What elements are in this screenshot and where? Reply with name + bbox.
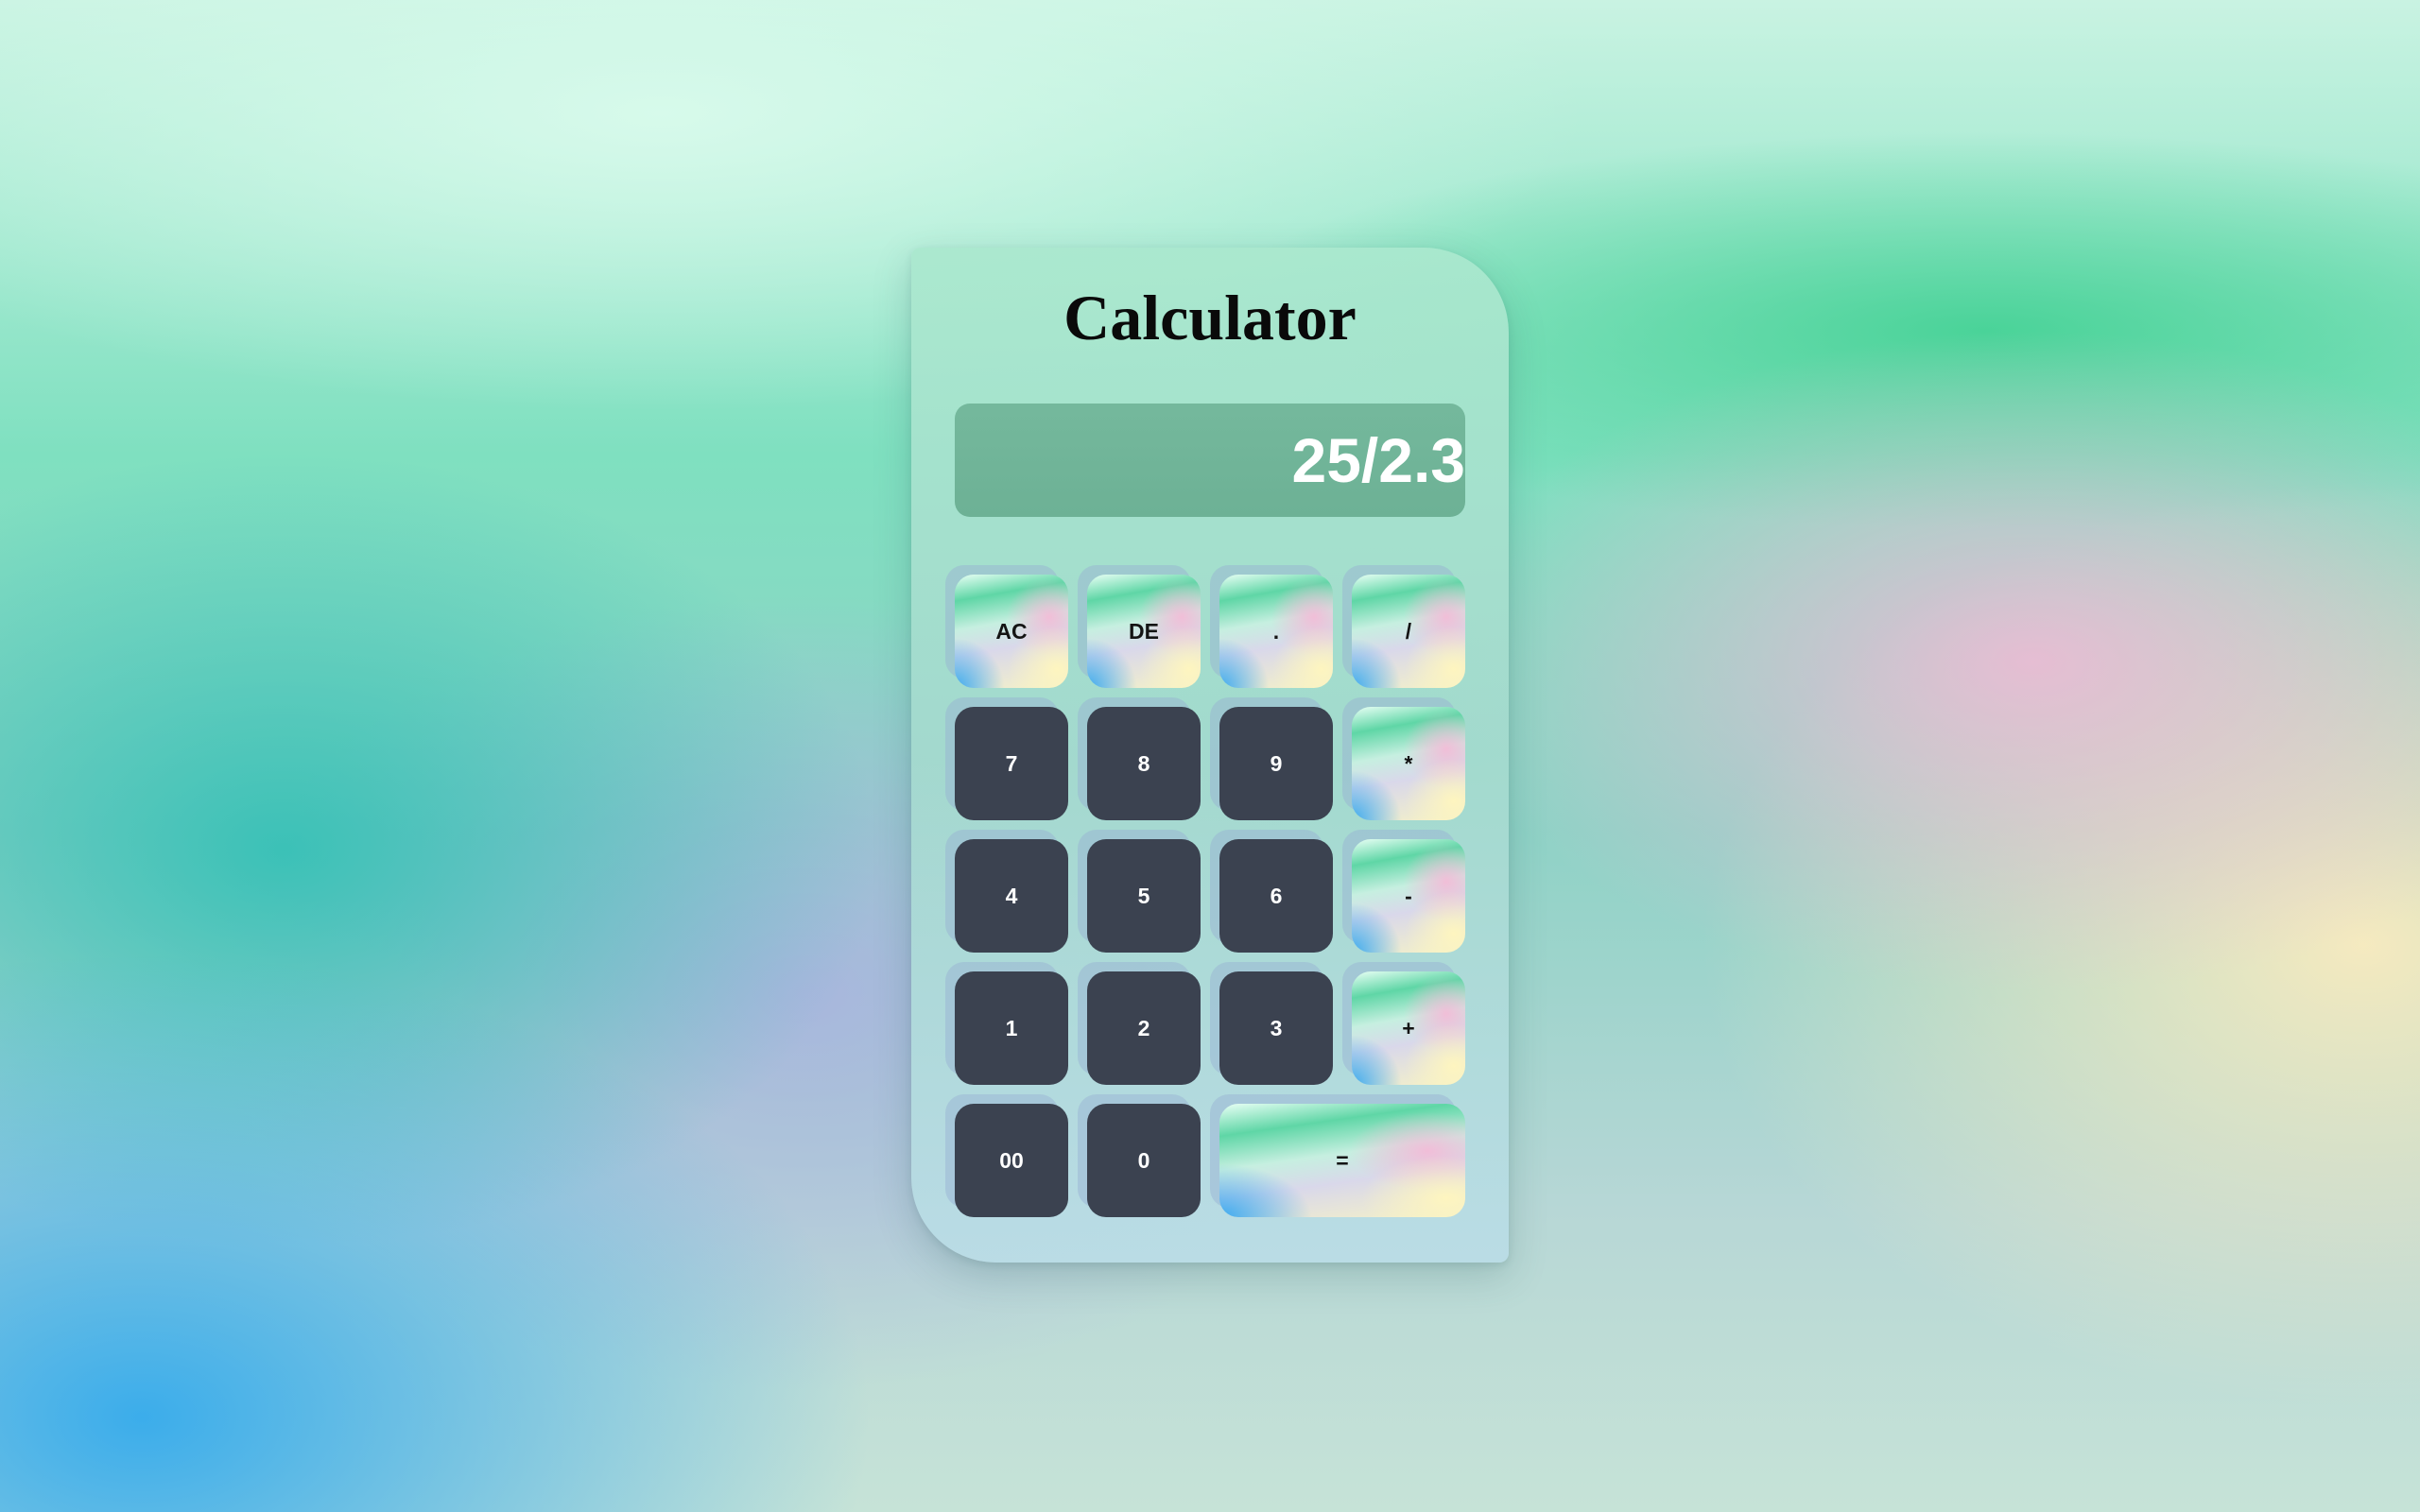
delete-button[interactable]: DE bbox=[1087, 575, 1201, 688]
add-button[interactable]: + bbox=[1352, 971, 1465, 1085]
digit-0-button[interactable]: 0 bbox=[1087, 1104, 1201, 1217]
double-zero-button[interactable]: 00 bbox=[955, 1104, 1068, 1217]
divide-button[interactable]: / bbox=[1352, 575, 1465, 688]
decimal-point-button[interactable]: . bbox=[1219, 575, 1333, 688]
digit-3-button[interactable]: 3 bbox=[1219, 971, 1333, 1085]
all-clear-button[interactable]: AC bbox=[955, 575, 1068, 688]
digit-2-button[interactable]: 2 bbox=[1087, 971, 1201, 1085]
calculator-title: Calculator bbox=[1063, 282, 1357, 353]
digit-9-button[interactable]: 9 bbox=[1219, 707, 1333, 820]
subtract-button[interactable]: - bbox=[1352, 839, 1465, 953]
digit-6-button[interactable]: 6 bbox=[1219, 839, 1333, 953]
digit-5-button[interactable]: 5 bbox=[1087, 839, 1201, 953]
digit-4-button[interactable]: 4 bbox=[955, 839, 1068, 953]
calculator-panel: Calculator 25/2.3 AC DE . / 7 8 9 * 4 5 … bbox=[911, 248, 1509, 1263]
digit-1-button[interactable]: 1 bbox=[955, 971, 1068, 1085]
multiply-button[interactable]: * bbox=[1352, 707, 1465, 820]
equals-button[interactable]: = bbox=[1219, 1104, 1465, 1217]
digit-8-button[interactable]: 8 bbox=[1087, 707, 1201, 820]
display-value: 25/2.3 bbox=[1291, 425, 1466, 495]
digit-7-button[interactable]: 7 bbox=[955, 707, 1068, 820]
calculator-display: 25/2.3 bbox=[955, 404, 1465, 517]
